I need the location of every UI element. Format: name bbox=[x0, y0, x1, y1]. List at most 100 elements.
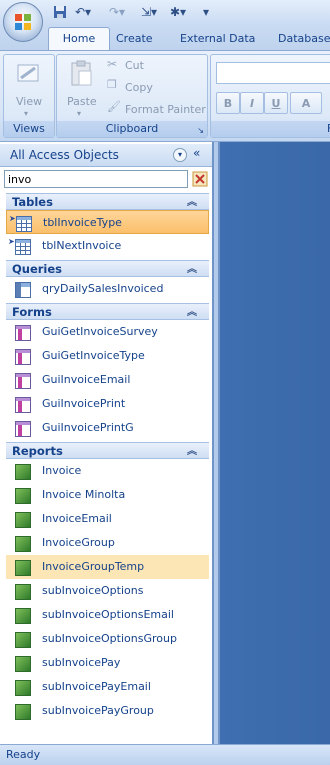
report-icon bbox=[15, 656, 31, 672]
item-label: Invoice bbox=[42, 464, 82, 477]
section-queries[interactable]: Queries ︽ bbox=[6, 260, 209, 277]
view-dropdown-icon[interactable]: ▾ bbox=[24, 109, 28, 118]
item-label: subInvoiceOptionsGroup bbox=[42, 632, 177, 645]
italic-button[interactable]: I bbox=[240, 92, 264, 114]
collapse-chevron-icon[interactable]: ︽ bbox=[187, 443, 197, 460]
list-item[interactable]: InvoiceGroup bbox=[6, 531, 209, 555]
clear-search-icon[interactable] bbox=[192, 170, 208, 188]
list-item[interactable]: InvoiceEmail bbox=[6, 507, 209, 531]
font-name-combo[interactable] bbox=[216, 62, 330, 84]
list-item[interactable]: subInvoiceOptions bbox=[6, 579, 209, 603]
form-icon bbox=[15, 349, 31, 365]
copy-icon[interactable]: ❐ bbox=[107, 78, 117, 91]
list-item[interactable]: subInvoicePay bbox=[6, 651, 209, 675]
paste-button-label[interactable]: Paste bbox=[67, 95, 97, 108]
shutter-bar-close-icon[interactable]: « bbox=[193, 146, 200, 160]
status-text: Ready bbox=[6, 748, 41, 761]
bold-button[interactable]: B bbox=[216, 92, 240, 114]
form-icon bbox=[15, 325, 31, 341]
item-label: subInvoicePay bbox=[42, 656, 121, 669]
quick-access-icon[interactable]: ⇲▾ bbox=[138, 4, 160, 20]
item-label: GuiGetInvoiceType bbox=[42, 349, 145, 362]
table-icon bbox=[16, 216, 32, 232]
workspace-background bbox=[214, 142, 330, 744]
item-label: GuiInvoicePrintG bbox=[42, 421, 134, 434]
office-logo-icon bbox=[15, 14, 31, 30]
tab-external-data[interactable]: External Data bbox=[176, 28, 259, 50]
font-color-button[interactable]: A bbox=[290, 92, 322, 114]
list-item[interactable]: ➤ tblInvoiceType bbox=[6, 210, 209, 234]
report-icon bbox=[15, 608, 31, 624]
tab-database-tools[interactable]: Database T bbox=[274, 28, 330, 67]
section-reports[interactable]: Reports ︽ bbox=[6, 442, 209, 459]
collapse-chevron-icon[interactable]: ︽ bbox=[187, 304, 197, 321]
item-label: Invoice Minolta bbox=[42, 488, 126, 501]
report-icon bbox=[15, 560, 31, 576]
list-item[interactable]: GuiInvoicePrintG bbox=[6, 416, 209, 440]
view-icon[interactable] bbox=[16, 61, 42, 87]
item-label: tblNextInvoice bbox=[42, 239, 122, 252]
title-bar bbox=[0, 0, 330, 26]
collapse-chevron-icon[interactable]: ︽ bbox=[187, 261, 197, 278]
copy-button[interactable]: Copy bbox=[125, 81, 153, 94]
list-item[interactable]: Invoice Minolta bbox=[6, 483, 209, 507]
item-label: InvoiceEmail bbox=[42, 512, 112, 525]
nav-menu-dropdown-icon[interactable]: ▾ bbox=[173, 148, 187, 162]
tab-create[interactable]: Create bbox=[112, 28, 157, 50]
list-item[interactable]: ➤ tblNextInvoice bbox=[6, 234, 209, 258]
tab-home[interactable]: Home bbox=[48, 27, 110, 52]
section-forms[interactable]: Forms ︽ bbox=[6, 303, 209, 320]
list-item[interactable]: GuiGetInvoiceType bbox=[6, 344, 209, 368]
report-icon bbox=[15, 632, 31, 648]
cut-icon[interactable]: ✂ bbox=[107, 57, 117, 71]
cut-button[interactable]: Cut bbox=[125, 59, 144, 72]
list-item[interactable]: InvoiceGroupTemp bbox=[6, 555, 209, 579]
paste-icon[interactable] bbox=[69, 59, 95, 89]
list-item[interactable]: Invoice bbox=[6, 459, 209, 483]
list-item[interactable]: GuiInvoicePrint bbox=[6, 392, 209, 416]
item-label: tblInvoiceType bbox=[43, 216, 122, 229]
format-painter-icon[interactable]: 🖌 bbox=[107, 100, 121, 113]
tools-icon[interactable]: ✱▾ bbox=[168, 4, 188, 20]
report-icon bbox=[15, 704, 31, 720]
item-label: GuiInvoiceEmail bbox=[42, 373, 131, 386]
view-button-label[interactable]: View bbox=[16, 95, 42, 108]
report-icon bbox=[15, 680, 31, 696]
save-icon[interactable] bbox=[52, 4, 68, 20]
item-label: subInvoiceOptionsEmail bbox=[42, 608, 174, 621]
redo-icon[interactable]: ↷▾ bbox=[106, 4, 128, 20]
clipboard-launcher-icon[interactable]: ↘ bbox=[197, 126, 204, 135]
section-tables[interactable]: Tables ︽ bbox=[6, 193, 209, 210]
list-item[interactable]: subInvoiceOptionsGroup bbox=[6, 627, 209, 651]
clipboard-group-label: Clipboard bbox=[57, 121, 207, 137]
item-label: InvoiceGroup bbox=[42, 536, 115, 549]
customize-toolbar-icon[interactable]: ▾ bbox=[200, 4, 212, 20]
list-item[interactable]: subInvoicePayEmail bbox=[6, 675, 209, 699]
list-item[interactable]: subInvoiceOptionsEmail bbox=[6, 603, 209, 627]
collapse-chevron-icon[interactable]: ︽ bbox=[187, 194, 197, 211]
undo-icon[interactable]: ↶▾ bbox=[72, 4, 94, 20]
nav-pane-title[interactable]: All Access Objects bbox=[10, 148, 119, 162]
link-arrow-icon: ➤ bbox=[8, 237, 15, 246]
list-item[interactable]: subInvoicePayGroup bbox=[6, 699, 209, 723]
item-label: subInvoicePayEmail bbox=[42, 680, 151, 693]
section-label: Reports bbox=[12, 444, 63, 458]
report-icon bbox=[15, 464, 31, 480]
report-icon bbox=[15, 536, 31, 552]
nav-search-input[interactable] bbox=[4, 170, 188, 188]
office-button[interactable] bbox=[3, 2, 43, 42]
underline-button[interactable]: U bbox=[264, 92, 288, 114]
item-label: qryDailySalesInvoiced bbox=[42, 282, 164, 295]
views-group-label: Views bbox=[4, 121, 54, 137]
form-icon bbox=[15, 421, 31, 437]
list-item[interactable]: GuiInvoiceEmail bbox=[6, 368, 209, 392]
paste-dropdown-icon[interactable]: ▾ bbox=[77, 109, 81, 118]
list-item[interactable]: qryDailySalesInvoiced bbox=[6, 277, 209, 301]
views-group: View ▾ Views bbox=[3, 54, 55, 138]
section-label: Tables bbox=[12, 195, 53, 209]
report-icon bbox=[15, 584, 31, 600]
list-item[interactable]: GuiGetInvoiceSurvey bbox=[6, 320, 209, 344]
format-painter-button[interactable]: Format Painter bbox=[125, 103, 206, 116]
form-icon bbox=[15, 373, 31, 389]
item-label: subInvoiceOptions bbox=[42, 584, 144, 597]
